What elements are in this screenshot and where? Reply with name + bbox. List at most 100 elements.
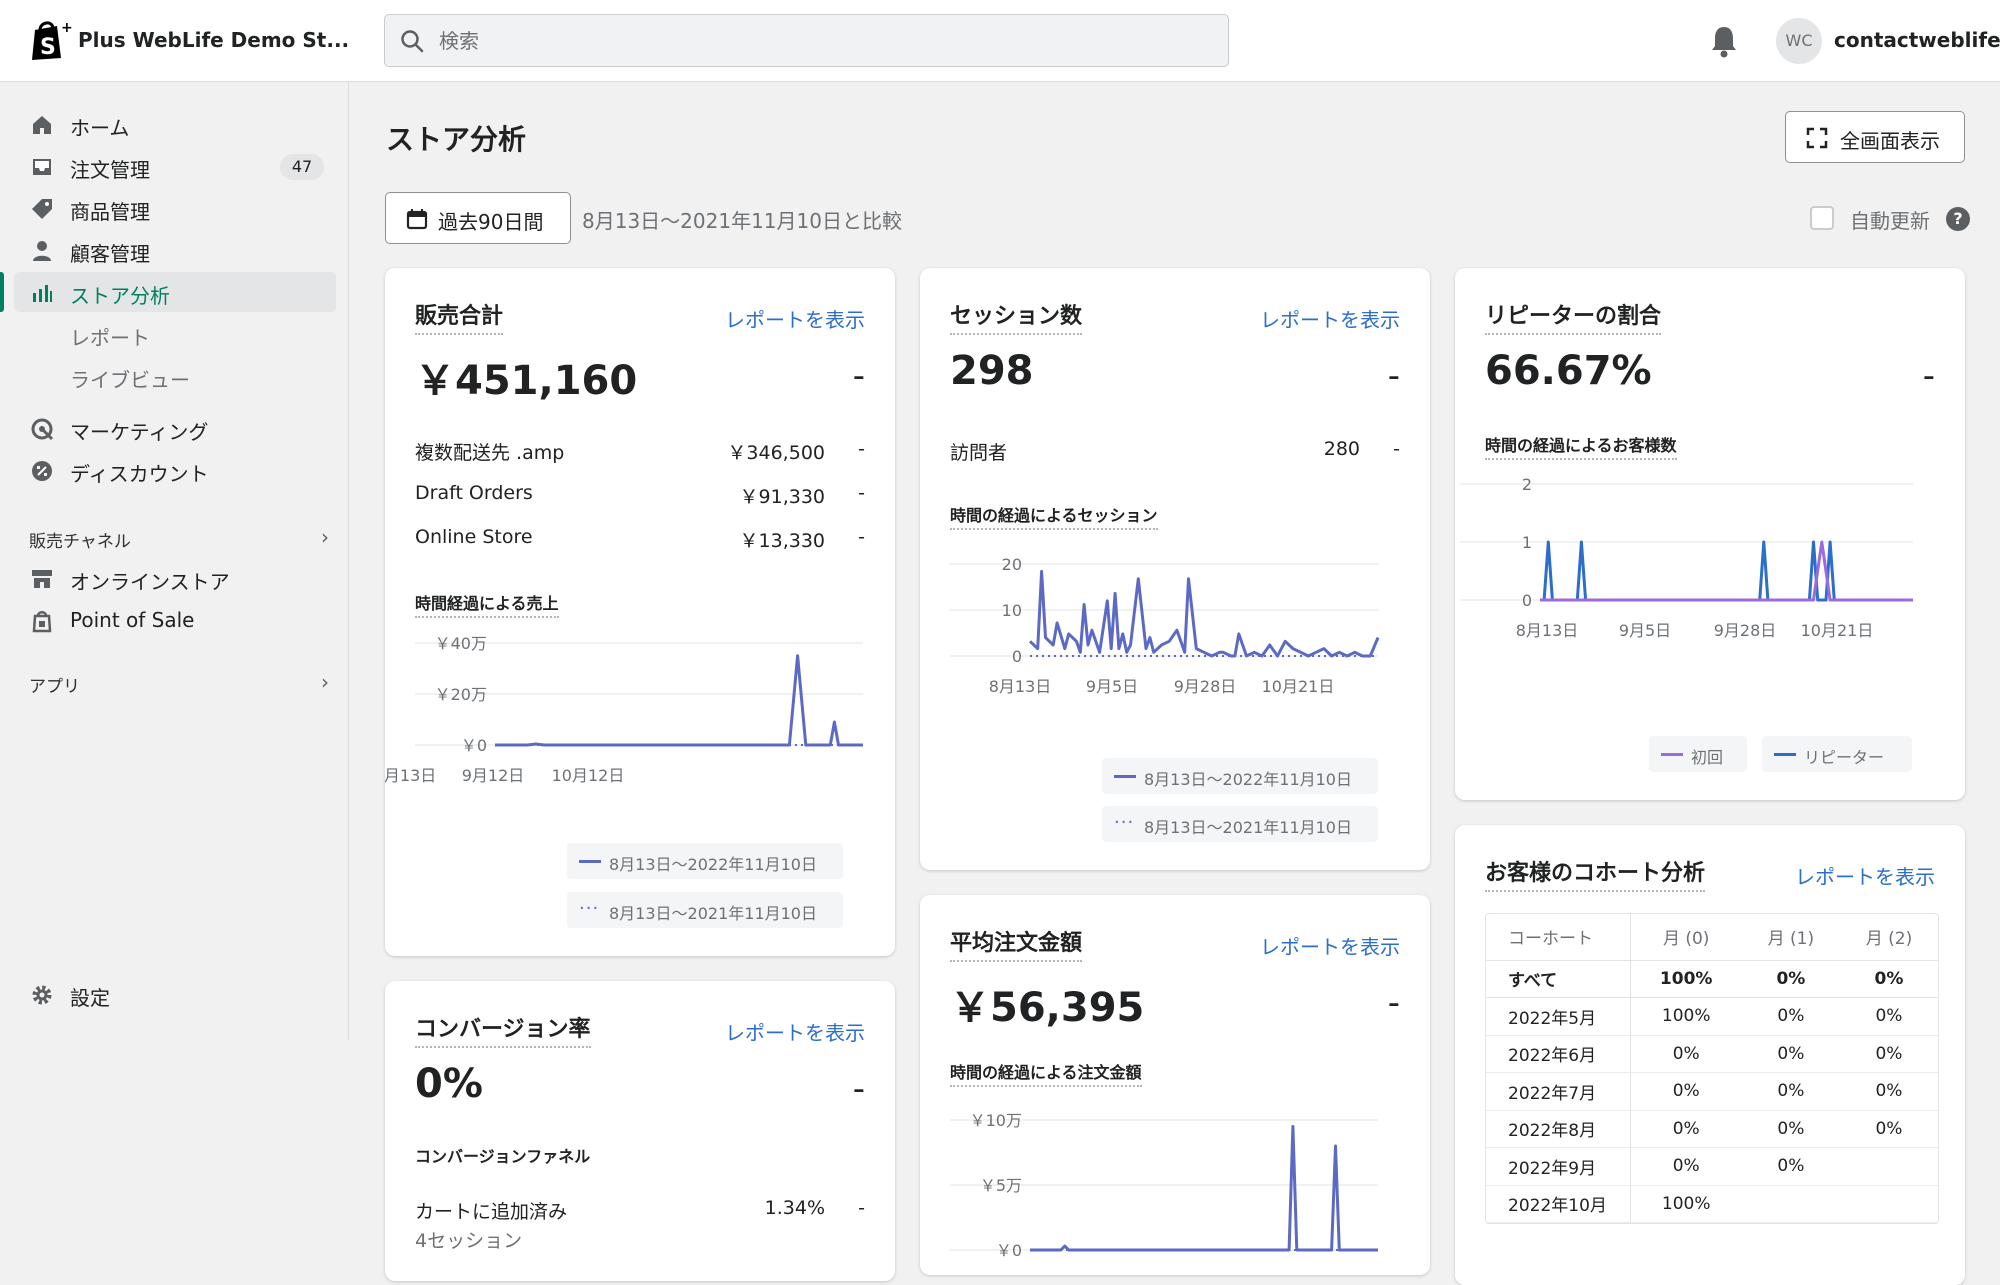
row-change: - <box>858 438 865 460</box>
sidebar-item-products[interactable]: 商品管理 <box>14 188 336 228</box>
sidebar: ホーム 注文管理 47 商品管理 顧客管理 ストア分析 レポート ライブビュー … <box>0 82 349 1040</box>
view-report-link[interactable]: レポートを表示 <box>725 1017 865 1046</box>
card-title[interactable]: セッション数 <box>950 298 1083 335</box>
repeat-customer-rate-card: リピーターの割合 66.67% - 時間の経過によるお客様数 2 1 0 8月13日 9… <box>1455 268 1965 800</box>
legend-swatch <box>579 860 601 863</box>
sidebar-item-analytics[interactable]: ストア分析 <box>14 272 336 312</box>
chart-title[interactable]: 時間の経過によるお客様数 <box>1485 432 1677 460</box>
card-title[interactable]: リピーターの割合 <box>1485 298 1662 335</box>
legend-current[interactable]: 8月13日〜2022年11月10日 <box>567 843 843 879</box>
legend-label: リピーター <box>1804 748 1885 767</box>
store-name[interactable]: Plus WebLife Demo St... <box>78 28 349 52</box>
avatar[interactable]: WC <box>1776 18 1822 64</box>
account-name[interactable]: contactweblife <box>1834 28 2000 52</box>
view-report-link[interactable]: レポートを表示 <box>1260 304 1400 333</box>
sidebar-item-orders[interactable]: 注文管理 47 <box>14 146 336 186</box>
sidebar-item-marketing[interactable]: マーケティング <box>14 408 336 448</box>
row-change: - <box>858 526 865 548</box>
auto-refresh-label: 自動更新 <box>1850 209 1930 233</box>
shopify-logo-icon[interactable]: S + <box>26 18 72 64</box>
date-range-button[interactable]: 過去90日間 <box>385 192 571 244</box>
table-row: 2022年9月 0% 0% <box>1486 1147 1938 1186</box>
card-title[interactable]: 販売合計 <box>415 298 504 335</box>
x-tick-label: 9月5日 <box>1086 677 1138 696</box>
legend-previous[interactable]: ··· 8月13日〜2021年11月10日 <box>1102 806 1378 842</box>
breakdown-row: 訪問者 280 - <box>950 438 1400 468</box>
legend-label: 8月13日〜2021年11月10日 <box>609 904 817 923</box>
aov-chart[interactable]: ￥10万 ￥5万 ￥0 <box>920 1100 1430 1260</box>
table-cell: 2022年6月 <box>1486 1035 1631 1073</box>
row-label: Online Store <box>415 526 533 548</box>
legend-previous[interactable]: ··· 8月13日〜2021年11月10日 <box>567 892 843 928</box>
row-value: 280 <box>1323 438 1360 460</box>
sidebar-item-settings[interactable]: 設定 <box>14 974 336 1014</box>
search-bar[interactable] <box>384 14 1229 67</box>
help-icon[interactable]: ? <box>1946 207 1970 231</box>
sales-chart[interactable]: ￥40万 ￥20万 ￥0 8月13日 9月12日 10月12日 <box>385 623 895 813</box>
page-title: ストア分析 <box>386 123 527 156</box>
apps-label: アプリ <box>29 677 80 697</box>
table-cell: 0% <box>1741 997 1840 1036</box>
table-cell: 100% <box>1630 1185 1742 1223</box>
sidebar-item-customers[interactable]: 顧客管理 <box>14 230 336 270</box>
sales-channels-header[interactable]: 販売チャネル › <box>29 525 329 552</box>
view-report-link[interactable]: レポートを表示 <box>725 304 865 333</box>
table-cell: すべて <box>1486 960 1631 998</box>
chevron-right-icon[interactable]: › <box>321 670 329 694</box>
fullscreen-button[interactable]: 全画面表示 <box>1785 111 1965 163</box>
view-report-link[interactable]: レポートを表示 <box>1260 931 1400 960</box>
customers-chart[interactable]: 2 1 0 8月13日 9月5日 9月28日 10月21日 <box>1455 468 1965 708</box>
customer-icon <box>33 241 51 261</box>
chevron-right-icon[interactable]: › <box>321 525 329 549</box>
legend-first-time[interactable]: 初回 <box>1649 736 1747 772</box>
auto-refresh[interactable]: 自動更新 ? <box>1810 205 1970 235</box>
sidebar-item-discounts[interactable]: ディスカウント <box>14 450 336 490</box>
y-tick-label: ￥10万 <box>970 1111 1022 1130</box>
sidebar-item-live-view[interactable]: ライブビュー <box>14 356 336 396</box>
y-tick-label: 20 <box>1002 555 1022 574</box>
legend-swatch <box>1114 775 1136 778</box>
y-tick-label: ￥40万 <box>435 634 487 653</box>
card-title[interactable]: 平均注文金額 <box>950 925 1083 962</box>
card-title[interactable]: コンバージョン率 <box>415 1011 591 1048</box>
chart-title[interactable]: 時間の経過によるセッション <box>950 502 1158 530</box>
sidebar-item-label: ストア分析 <box>70 284 170 308</box>
card-title[interactable]: お客様のコホート分析 <box>1485 855 1706 892</box>
sidebar-item-label: 設定 <box>70 986 110 1010</box>
sidebar-item-online-store[interactable]: オンラインストア <box>14 558 336 598</box>
expand-icon <box>1806 127 1828 149</box>
row-label: 訪問者 <box>950 442 1008 464</box>
sessions-chart[interactable]: 20 10 0 8月13日 9月5日 9月28日 10月21日 <box>920 540 1430 740</box>
sidebar-item-reports[interactable]: レポート <box>14 314 336 354</box>
apps-header[interactable]: アプリ › <box>29 670 329 697</box>
search-input[interactable] <box>439 25 1199 57</box>
column-header: 月 (0) <box>1630 914 1742 961</box>
sidebar-item-home[interactable]: ホーム <box>14 104 336 144</box>
cohort-table: コーホート 月 (0) 月 (1) 月 (2) すべて 100% 0% 0% 2022… <box>1485 913 1939 1224</box>
auto-refresh-checkbox[interactable] <box>1810 206 1834 230</box>
row-value: ￥91,330 <box>739 486 825 508</box>
y-tick-label: 2 <box>1522 475 1532 494</box>
legend-repeat[interactable]: リピーター <box>1762 736 1912 772</box>
y-tick-label: 10 <box>1002 601 1022 620</box>
chart-title[interactable]: 時間の経過による注文金額 <box>950 1059 1142 1087</box>
table-cell: 0% <box>1741 1110 1840 1148</box>
sidebar-item-point-of-sale[interactable]: Point of Sale <box>14 600 336 640</box>
sidebar-item-label: ディスカウント <box>70 462 209 486</box>
x-tick-label: 9月5日 <box>1619 621 1671 640</box>
sales-channels-label: 販売チャネル <box>29 532 131 552</box>
active-indicator <box>0 272 4 312</box>
svg-text:+: + <box>61 20 72 36</box>
y-tick-label: 0 <box>1012 647 1022 666</box>
top-bar: S + Plus WebLife Demo St... WC contactwe… <box>0 0 2000 82</box>
view-report-link[interactable]: レポートを表示 <box>1795 861 1935 890</box>
repeat-rate-value: 66.67% <box>1485 348 1652 394</box>
table-cell: 0% <box>1741 1072 1840 1111</box>
analytics-bars-icon <box>33 285 52 302</box>
legend-label: 8月13日〜2022年11月10日 <box>1144 770 1352 789</box>
notification-bell-icon[interactable] <box>1708 24 1740 58</box>
table-row: 2022年8月 0% 0% 0% <box>1486 1110 1938 1148</box>
chart-title[interactable]: 時間経過による売上 <box>415 590 559 618</box>
table-cell: 2022年9月 <box>1486 1147 1631 1186</box>
legend-current[interactable]: 8月13日〜2022年11月10日 <box>1102 758 1378 794</box>
